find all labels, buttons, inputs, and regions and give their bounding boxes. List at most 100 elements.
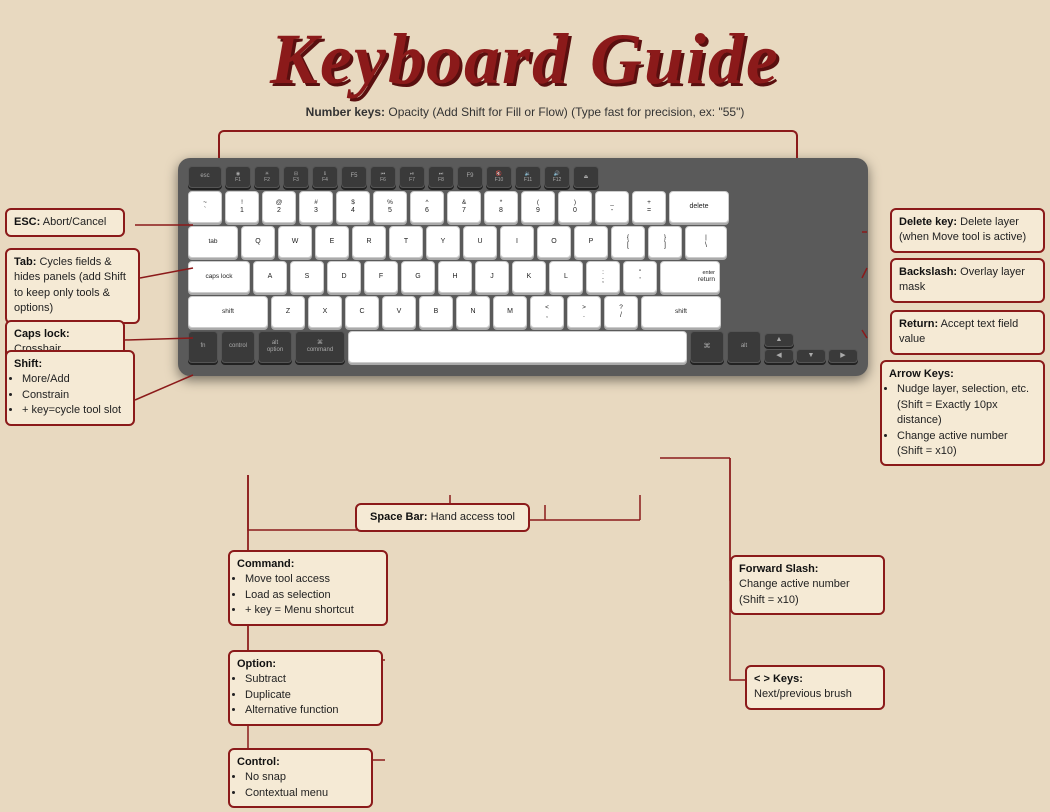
key-space[interactable] (348, 331, 687, 363)
key-eject[interactable]: ⏏ (573, 166, 599, 188)
ann-delete: Delete key: Delete layer (when Move tool… (890, 208, 1045, 253)
keyboard: esc ◉F1 ☀F2 ⊟F3 ℹF4 F5 ⏮F6 ⏯F7 ⏭F8 F9 🔇F… (178, 158, 868, 376)
key-f8[interactable]: ⏭F8 (428, 166, 454, 188)
asdf-row: caps lock A S D F G H J K L :; "' enterr… (188, 261, 858, 293)
key-f9[interactable]: F9 (457, 166, 483, 188)
key-b[interactable]: B (419, 296, 453, 328)
key-f11[interactable]: 🔉F11 (515, 166, 541, 188)
key-i[interactable]: I (500, 226, 534, 258)
key-command-left[interactable]: ⌘command (295, 331, 345, 363)
key-k[interactable]: K (512, 261, 546, 293)
key-h[interactable]: H (438, 261, 472, 293)
key-v[interactable]: V (382, 296, 416, 328)
key-arrow-down[interactable]: ▼ (796, 349, 826, 363)
key-y[interactable]: Y (426, 226, 460, 258)
key-lbracket[interactable]: {[ (611, 226, 645, 258)
key-tilde[interactable]: ~` (188, 191, 222, 223)
key-backslash[interactable]: |\ (685, 226, 727, 258)
key-0[interactable]: )0 (558, 191, 592, 223)
key-r[interactable]: R (352, 226, 386, 258)
key-3[interactable]: #3 (299, 191, 333, 223)
ann-control: Control: No snap Contextual menu (228, 748, 373, 808)
ann-ltgt-text: Next/previous brush (754, 688, 852, 700)
ann-shift-item2: Constrain (22, 388, 126, 403)
zxcv-row: shift Z X C V B N M <, >. ?/ shift (188, 296, 858, 328)
key-c[interactable]: C (345, 296, 379, 328)
key-period[interactable]: >. (567, 296, 601, 328)
key-shift-right[interactable]: shift (641, 296, 721, 328)
key-arrow-up[interactable]: ▲ (764, 333, 794, 347)
key-j[interactable]: J (475, 261, 509, 293)
key-2[interactable]: @2 (262, 191, 296, 223)
key-return[interactable]: enterreturn (660, 261, 720, 293)
ann-delete-label: Delete key: (899, 216, 957, 228)
key-fn[interactable]: fn (188, 331, 218, 363)
key-quote[interactable]: "' (623, 261, 657, 293)
key-delete[interactable]: delete (669, 191, 729, 223)
key-semicolon[interactable]: :; (586, 261, 620, 293)
ann-return-label: Return: (899, 318, 938, 330)
key-option-right[interactable]: alt (727, 331, 761, 363)
key-d[interactable]: D (327, 261, 361, 293)
subtitle-label: Number keys: (306, 105, 385, 119)
key-f10[interactable]: 🔇F10 (486, 166, 512, 188)
key-8[interactable]: *8 (484, 191, 518, 223)
key-esc[interactable]: esc (188, 166, 222, 188)
key-s[interactable]: S (290, 261, 324, 293)
key-comma[interactable]: <, (530, 296, 564, 328)
ann-command-item3: + key = Menu shortcut (245, 603, 379, 618)
key-shift-left[interactable]: shift (188, 296, 268, 328)
key-minus[interactable]: _- (595, 191, 629, 223)
key-slash[interactable]: ?/ (604, 296, 638, 328)
key-f6[interactable]: ⏮F6 (370, 166, 396, 188)
key-capslock[interactable]: caps lock (188, 261, 250, 293)
ann-control-item2: Contextual menu (245, 786, 364, 801)
key-command-right[interactable]: ⌘ (690, 331, 724, 363)
key-1[interactable]: !1 (225, 191, 259, 223)
key-z[interactable]: Z (271, 296, 305, 328)
key-p[interactable]: P (574, 226, 608, 258)
key-plus[interactable]: += (632, 191, 666, 223)
key-q[interactable]: Q (241, 226, 275, 258)
key-6[interactable]: ^6 (410, 191, 444, 223)
key-arrow-left[interactable]: ◀ (764, 349, 794, 363)
key-tab[interactable]: tab (188, 226, 238, 258)
key-e[interactable]: E (315, 226, 349, 258)
ann-esc-label: ESC: (14, 216, 40, 228)
key-control[interactable]: control (221, 331, 255, 363)
key-w[interactable]: W (278, 226, 312, 258)
key-f1[interactable]: ◉F1 (225, 166, 251, 188)
key-u[interactable]: U (463, 226, 497, 258)
ann-tab: Tab: Cycles fields & hides panels (add S… (5, 248, 140, 324)
key-g[interactable]: G (401, 261, 435, 293)
key-rbracket[interactable]: }] (648, 226, 682, 258)
key-f5[interactable]: F5 (341, 166, 367, 188)
ann-arrow-item1: Nudge layer, selection, etc. (Shift = Ex… (897, 382, 1036, 428)
ann-esc: ESC: Abort/Cancel (5, 208, 125, 237)
key-4[interactable]: $4 (336, 191, 370, 223)
key-x[interactable]: X (308, 296, 342, 328)
key-f2[interactable]: ☀F2 (254, 166, 280, 188)
ann-control-label: Control: (237, 756, 280, 768)
key-o[interactable]: O (537, 226, 571, 258)
key-arrow-right[interactable]: ▶ (828, 349, 858, 363)
ann-arrow-keys: Arrow Keys: Nudge layer, selection, etc.… (880, 360, 1045, 466)
key-5[interactable]: %5 (373, 191, 407, 223)
key-t[interactable]: T (389, 226, 423, 258)
key-f12[interactable]: 🔊F12 (544, 166, 570, 188)
key-9[interactable]: (9 (521, 191, 555, 223)
key-7[interactable]: &7 (447, 191, 481, 223)
ann-ltgt-label: < > Keys: (754, 673, 803, 685)
key-f3[interactable]: ⊟F3 (283, 166, 309, 188)
ann-command-item2: Load as selection (245, 588, 379, 603)
key-f[interactable]: F (364, 261, 398, 293)
ann-option-label: Option: (237, 658, 276, 670)
key-n[interactable]: N (456, 296, 490, 328)
key-f7[interactable]: ⏯F7 (399, 166, 425, 188)
key-l[interactable]: L (549, 261, 583, 293)
key-f4[interactable]: ℹF4 (312, 166, 338, 188)
key-a[interactable]: A (253, 261, 287, 293)
ann-option: Option: Subtract Duplicate Alternative f… (228, 650, 383, 726)
key-m[interactable]: M (493, 296, 527, 328)
key-option[interactable]: altoption (258, 331, 292, 363)
